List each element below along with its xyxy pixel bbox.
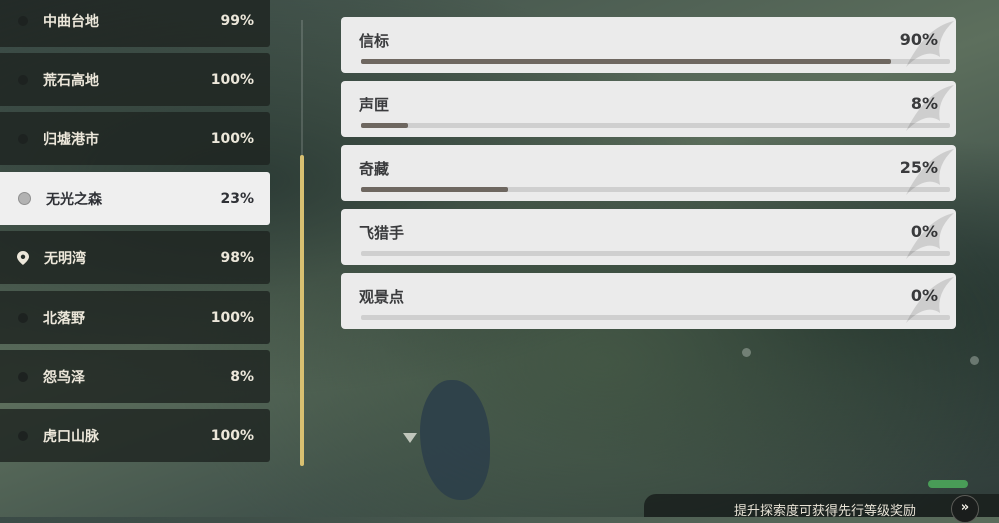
bullet-icon bbox=[18, 371, 28, 382]
map-point-icon bbox=[970, 356, 979, 365]
bullet-icon bbox=[18, 133, 28, 144]
region-name: 怨鸟泽 bbox=[43, 369, 85, 386]
category-name: 声匣 bbox=[359, 96, 390, 114]
region-percent: 8% bbox=[230, 368, 254, 385]
map-point-icon bbox=[742, 348, 751, 357]
region-item[interactable]: 北落野 100% bbox=[0, 291, 270, 344]
emblem-icon bbox=[906, 277, 954, 323]
category-card[interactable]: 信标 90% bbox=[341, 17, 956, 73]
scrollbar-thumb[interactable] bbox=[300, 155, 304, 466]
region-percent: 98% bbox=[220, 249, 254, 266]
map-marker-icon bbox=[403, 433, 417, 443]
progress-track bbox=[361, 123, 950, 128]
region-item[interactable]: 怨鸟泽 8% bbox=[0, 350, 270, 403]
region-item[interactable]: 无明湾 98% bbox=[0, 231, 270, 284]
region-name: 荒石高地 bbox=[43, 72, 99, 89]
bullet-icon bbox=[18, 15, 28, 26]
region-name: 北落野 bbox=[43, 310, 85, 327]
region-percent: 100% bbox=[210, 130, 254, 147]
progress-fill bbox=[361, 59, 892, 64]
region-percent: 23% bbox=[220, 190, 254, 207]
bullet-icon bbox=[18, 74, 28, 85]
map-toggle[interactable] bbox=[928, 480, 968, 488]
progress-track bbox=[361, 59, 950, 64]
progress-fill bbox=[361, 187, 509, 192]
category-name: 飞猎手 bbox=[359, 224, 405, 242]
progress-track bbox=[361, 251, 950, 256]
progress-fill bbox=[361, 123, 409, 128]
location-pin-icon bbox=[17, 250, 29, 265]
reward-hint-text: 提升探索度可获得先行等级奖励 bbox=[734, 504, 917, 519]
region-item[interactable]: 中曲台地 99% bbox=[0, 0, 270, 47]
emblem-icon bbox=[906, 213, 954, 259]
category-card[interactable]: 观景点0% bbox=[341, 273, 956, 329]
emblem-icon bbox=[906, 21, 954, 67]
category-name: 奇藏 bbox=[359, 160, 390, 178]
region-name: 无明湾 bbox=[44, 250, 86, 267]
reward-hint-bar[interactable]: 提升探索度可获得先行等级奖励 » bbox=[644, 494, 999, 523]
region-item[interactable]: 虎口山脉 100% bbox=[0, 409, 270, 462]
region-percent: 99% bbox=[220, 12, 254, 29]
region-name: 虎口山脉 bbox=[43, 428, 99, 445]
region-percent: 100% bbox=[210, 309, 254, 326]
emblem-icon bbox=[906, 85, 954, 131]
category-card[interactable]: 奇藏 25% bbox=[341, 145, 956, 201]
region-percent: 100% bbox=[210, 71, 254, 88]
region-item[interactable]: 归墟港市 100% bbox=[0, 112, 270, 165]
bullet-icon bbox=[18, 430, 28, 441]
forward-arrow-button[interactable]: » bbox=[951, 495, 979, 523]
progress-track bbox=[361, 315, 950, 320]
region-name: 归墟港市 bbox=[43, 131, 99, 148]
emblem-icon bbox=[906, 149, 954, 195]
category-card[interactable]: 声匣8% bbox=[341, 81, 956, 137]
map-lake bbox=[420, 380, 490, 500]
region-name: 中曲台地 bbox=[43, 13, 99, 30]
region-item[interactable]: 无光之森 23% bbox=[0, 172, 270, 225]
region-percent: 100% bbox=[210, 427, 254, 444]
progress-track bbox=[361, 187, 950, 192]
category-name: 信标 bbox=[359, 32, 390, 50]
category-card[interactable]: 飞猎手0% bbox=[341, 209, 956, 265]
bullet-icon bbox=[18, 312, 28, 323]
region-name: 无光之森 bbox=[46, 191, 102, 208]
bullet-icon bbox=[18, 192, 31, 205]
category-name: 观景点 bbox=[359, 288, 405, 306]
region-item[interactable]: 荒石高地 100% bbox=[0, 53, 270, 106]
